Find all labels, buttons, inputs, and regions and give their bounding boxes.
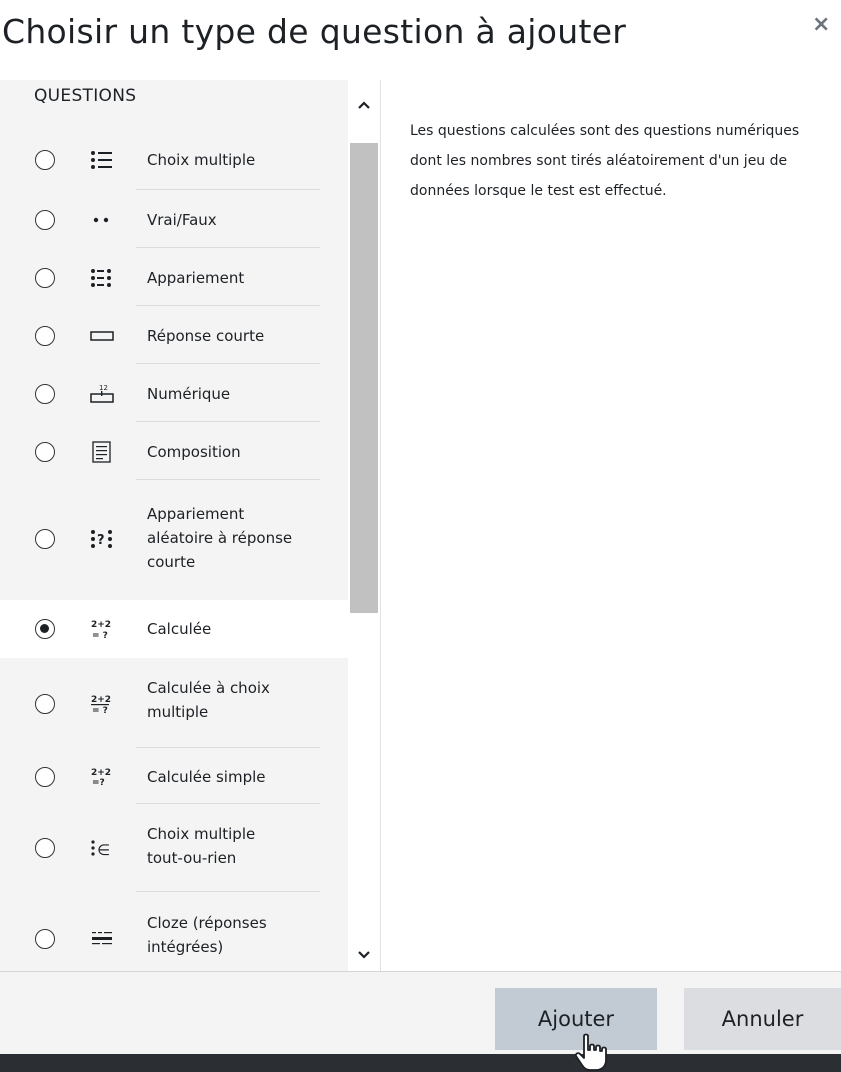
question-type-randomsamatch[interactable]: ? Appariement aléatoire à réponse courte bbox=[0, 480, 348, 596]
scroll-up-icon[interactable] bbox=[355, 96, 373, 114]
svg-text:= ?: = ? bbox=[92, 706, 108, 716]
scroll-down-icon[interactable] bbox=[355, 946, 373, 964]
svg-text:12: 12 bbox=[99, 384, 108, 392]
radio-button[interactable] bbox=[35, 210, 55, 230]
question-type-label: Choix multiple tout-ou-rien bbox=[147, 825, 256, 867]
question-type-label: Choix multiple bbox=[147, 151, 256, 169]
question-type-calculated[interactable]: 2+2 = ? Calculée bbox=[0, 600, 348, 658]
close-icon[interactable]: × bbox=[812, 12, 830, 37]
oumultiresponse-icon: ∈ bbox=[91, 840, 110, 859]
radio-button[interactable] bbox=[35, 767, 55, 787]
question-type-numerical[interactable]: 12 Numérique bbox=[0, 364, 348, 422]
calculatedmulti-icon: 2+2 = ? bbox=[91, 695, 111, 716]
question-type-label: Appariement bbox=[147, 269, 245, 287]
radio-button[interactable] bbox=[35, 384, 55, 404]
question-type-oumultiresponse[interactable]: ∈ Choix multiple tout-ou-rien bbox=[0, 804, 348, 892]
numerical-icon: 12 bbox=[90, 384, 114, 403]
radio-button[interactable] bbox=[35, 150, 55, 170]
radio-button[interactable] bbox=[35, 529, 55, 549]
svg-text:2+2: 2+2 bbox=[91, 620, 111, 630]
essay-icon bbox=[92, 441, 111, 463]
truefalse-icon bbox=[93, 217, 109, 223]
question-type-label: Calculée à choix multiple bbox=[147, 679, 270, 721]
section-label: QUESTIONS bbox=[34, 86, 137, 106]
match-icon bbox=[91, 269, 111, 287]
svg-text:=?: =? bbox=[92, 778, 105, 788]
question-type-label: Vrai/Faux bbox=[147, 211, 217, 229]
question-type-multichoice[interactable]: Choix multiple bbox=[0, 130, 348, 190]
question-type-label: Réponse courte bbox=[147, 327, 265, 345]
scrollbar-track[interactable] bbox=[350, 143, 378, 613]
question-type-label: Composition bbox=[147, 443, 241, 461]
shortanswer-icon bbox=[90, 331, 114, 341]
calculated-icon: 2+2 = ? bbox=[91, 620, 111, 641]
question-type-label: Numérique bbox=[147, 385, 231, 403]
svg-text:∈: ∈ bbox=[97, 841, 110, 859]
question-type-shortanswer[interactable]: Réponse courte bbox=[0, 306, 348, 364]
hand-pointer-icon bbox=[574, 1033, 607, 1071]
radio-button[interactable] bbox=[35, 326, 55, 346]
svg-text:= ?: = ? bbox=[92, 631, 108, 641]
question-type-multianswer[interactable]: Cloze (réponses intégrées) bbox=[0, 892, 348, 971]
question-type-label: Cloze (réponses intégrées) bbox=[147, 914, 267, 956]
cancel-button[interactable]: Annuler bbox=[684, 988, 841, 1050]
question-type-calculatedmulti[interactable]: 2+2 = ? Calculée à choix multiple bbox=[0, 658, 348, 748]
question-type-label: Calculée simple bbox=[147, 768, 266, 786]
question-type-description: Les questions calculées sont des questio… bbox=[410, 123, 800, 199]
calculatedsimple-icon: 2+2 =? bbox=[91, 768, 111, 788]
radio-button[interactable] bbox=[35, 619, 55, 639]
scrollbar-thumb[interactable] bbox=[350, 143, 378, 613]
pane-divider bbox=[380, 80, 381, 971]
list-scrollbar[interactable] bbox=[348, 80, 380, 971]
randomsamatch-icon: ? bbox=[91, 530, 112, 548]
question-type-label: Appariement aléatoire à réponse courte bbox=[147, 505, 293, 571]
question-type-label: Calculée bbox=[147, 620, 212, 638]
svg-text:?: ? bbox=[97, 533, 105, 548]
radio-button[interactable] bbox=[35, 929, 55, 949]
question-type-list: QUESTIONS Choix multiple Vrai/Faux Appar… bbox=[0, 80, 348, 971]
radio-button[interactable] bbox=[35, 268, 55, 288]
radio-button[interactable] bbox=[35, 838, 55, 858]
multichoice-icon bbox=[91, 151, 112, 169]
question-type-truefalse[interactable]: Vrai/Faux bbox=[0, 190, 348, 248]
multianswer-icon bbox=[92, 932, 112, 945]
question-type-essay[interactable]: Composition bbox=[0, 422, 348, 480]
dialog-title: Choisir un type de question à ajouter bbox=[2, 12, 627, 51]
dialog-header: Choisir un type de question à ajouter × bbox=[0, 0, 841, 80]
svg-text:2+2: 2+2 bbox=[91, 768, 111, 778]
question-type-match[interactable]: Appariement bbox=[0, 248, 348, 306]
radio-button[interactable] bbox=[35, 694, 55, 714]
svg-text:2+2: 2+2 bbox=[91, 695, 111, 705]
radio-button[interactable] bbox=[35, 442, 55, 462]
question-type-calculatedsimple[interactable]: 2+2 =? Calculée simple bbox=[0, 748, 348, 804]
page-bottom-bar bbox=[0, 1054, 841, 1072]
